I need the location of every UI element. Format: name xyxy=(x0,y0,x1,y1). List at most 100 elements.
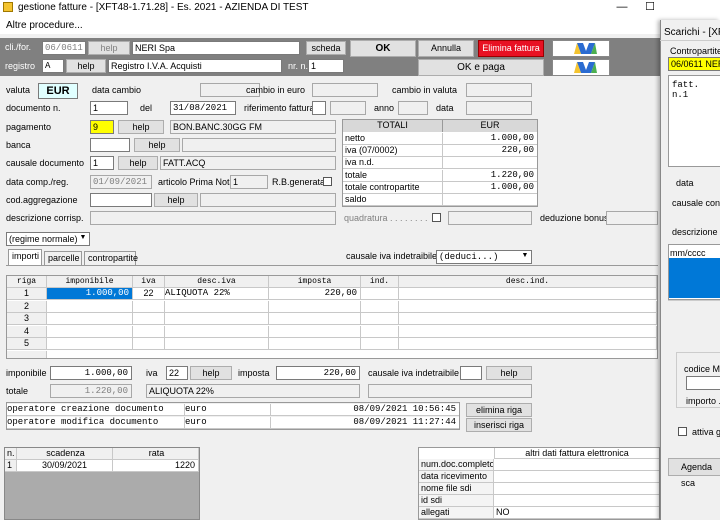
grid-cell-imposta[interactable] xyxy=(269,300,361,313)
fattura-el-value[interactable] xyxy=(494,483,659,495)
data-field[interactable] xyxy=(466,101,532,115)
grid-cell-ind[interactable] xyxy=(361,288,399,300)
elimina-riga-button[interactable]: elimina riga xyxy=(466,403,532,417)
causale-help-button[interactable]: help xyxy=(118,156,158,170)
grid-cell-imponibile[interactable] xyxy=(47,325,133,338)
causale-iva-select[interactable]: (deduci...) xyxy=(436,250,532,264)
grid-cell-imponibile[interactable] xyxy=(47,300,133,313)
grid-cell-iva[interactable] xyxy=(133,313,165,326)
causale-iva-dropdown-icon[interactable]: ▼ xyxy=(520,251,530,263)
scadenza-n[interactable]: 1 xyxy=(5,460,17,472)
anno-field[interactable] xyxy=(398,101,428,115)
grid-cell-iva[interactable] xyxy=(133,300,165,313)
causale-ind-field[interactable] xyxy=(460,366,482,380)
cli-name-field[interactable]: NERI Spa xyxy=(132,41,300,55)
grid-cell-ind[interactable] xyxy=(361,338,399,351)
annulla-button[interactable]: Annulla xyxy=(418,40,474,57)
grid-cell-imponibile[interactable] xyxy=(47,313,133,326)
grid-cell-imposta[interactable]: 220,00 xyxy=(269,288,361,300)
tab-importi[interactable]: importi xyxy=(8,249,42,265)
grid-cell-imposta[interactable] xyxy=(269,325,361,338)
registro-code-field[interactable]: A xyxy=(42,59,64,73)
grid-cell-riga[interactable]: 2 xyxy=(7,300,47,313)
grid-cell-imposta[interactable] xyxy=(269,313,361,326)
grid-cell-ind[interactable] xyxy=(361,325,399,338)
scadenza-rata[interactable]: 1220 xyxy=(113,460,199,472)
grid-cell-desc[interactable] xyxy=(165,300,269,313)
documento-field[interactable]: 1 xyxy=(90,101,128,115)
grid-cell-riga[interactable]: 3 xyxy=(7,313,47,326)
ok-button[interactable]: OK xyxy=(350,40,416,57)
fattura-el-value[interactable]: NO xyxy=(494,507,659,519)
maximize-button[interactable]: ☐ xyxy=(636,0,664,16)
side-list-selected[interactable] xyxy=(669,258,720,298)
valuta-field[interactable]: EUR xyxy=(38,83,78,99)
grid-cell-iva[interactable] xyxy=(133,325,165,338)
del-field[interactable]: 31/08/2021 xyxy=(170,101,236,115)
cod-agg-field[interactable] xyxy=(90,193,152,207)
grid-cell-iva[interactable] xyxy=(133,338,165,351)
cambio-euro-field[interactable] xyxy=(312,83,378,97)
menu-altre-procedure[interactable]: Altre procedure... xyxy=(6,20,83,31)
tab-contropartite[interactable]: contropartite xyxy=(84,251,138,265)
side-codice-field[interactable] xyxy=(686,376,720,390)
grid-cell-desc[interactable] xyxy=(165,313,269,326)
grid-cell-imposta[interactable] xyxy=(269,338,361,351)
data-comp-field[interactable]: 01/09/2021 xyxy=(90,175,152,189)
cli-code-field[interactable]: 06/0611 xyxy=(42,41,86,55)
banca-field[interactable] xyxy=(90,138,130,152)
pagamento-help-button[interactable]: help xyxy=(118,120,164,134)
rb-generata-checkbox[interactable] xyxy=(323,177,332,186)
tab-parcelle[interactable]: parcelle xyxy=(44,251,82,265)
fattura-el-value[interactable] xyxy=(494,495,659,507)
scadenza-date[interactable]: 30/09/2021 xyxy=(17,460,113,472)
registro-name-field[interactable]: Registro I.V.A. Acquisti xyxy=(108,59,282,73)
grid-cell-iva[interactable]: 22 xyxy=(133,288,165,300)
grid-cell-ind[interactable] xyxy=(361,300,399,313)
side-agenda-button[interactable]: Agenda sca xyxy=(668,458,720,488)
banca-help-button[interactable]: help xyxy=(134,138,180,152)
minimize-button[interactable]: — xyxy=(608,0,636,16)
grid-cell-desc[interactable] xyxy=(165,338,269,351)
grid-cell-riga[interactable]: 5 xyxy=(7,338,47,351)
grid-cell-descind[interactable] xyxy=(399,300,657,313)
art-pn-field[interactable]: 1 xyxy=(230,175,268,189)
quadratura-field[interactable] xyxy=(448,211,532,225)
side-attiva-checkbox[interactable] xyxy=(678,427,687,436)
iva-field[interactable]: 22 xyxy=(166,366,188,380)
inserisci-riga-button[interactable]: inserisci riga xyxy=(466,418,532,432)
iva-help-button[interactable]: help xyxy=(190,366,232,380)
cod-agg-help-button[interactable]: help xyxy=(154,193,198,207)
ok-paga-button[interactable]: OK e paga xyxy=(418,59,544,76)
grid-cell-descind[interactable] xyxy=(399,325,657,338)
registro-help-button[interactable]: help xyxy=(66,59,106,73)
grid-cell-descind[interactable] xyxy=(399,288,657,300)
rif-fattura-field[interactable] xyxy=(312,101,326,115)
grid-cell-descind[interactable] xyxy=(399,313,657,326)
nr-field[interactable]: 1 xyxy=(308,59,344,73)
grid-cell-imponibile[interactable]: 1.000,00 xyxy=(47,288,133,300)
pagamento-code-field[interactable]: 9 xyxy=(90,120,114,134)
grid-cell-imponibile[interactable] xyxy=(47,338,133,351)
scheda-button[interactable]: scheda xyxy=(306,41,346,55)
grid-cell-riga[interactable]: 1 xyxy=(7,288,47,300)
causale-code-field[interactable]: 1 xyxy=(90,156,114,170)
cambio-valuta-field[interactable] xyxy=(466,83,532,97)
regime-dropdown-icon[interactable]: ▼ xyxy=(78,233,88,245)
grid-cell-desc[interactable]: ALIQUOTA 22% xyxy=(165,288,269,300)
rif-fattura-field-2[interactable] xyxy=(330,101,366,115)
descr-corrisp-field[interactable] xyxy=(90,211,336,225)
deduzione-field[interactable] xyxy=(606,211,658,225)
quadratura-checkbox[interactable] xyxy=(432,213,441,222)
grid-cell-riga[interactable]: 4 xyxy=(7,325,47,338)
imponibile-field[interactable]: 1.000,00 xyxy=(50,366,132,380)
grid-cell-descind[interactable] xyxy=(399,338,657,351)
fattura-el-value[interactable] xyxy=(494,471,659,483)
cli-help-button[interactable]: help xyxy=(88,41,130,55)
imposta-field[interactable]: 220,00 xyxy=(276,366,360,380)
elimina-fattura-button[interactable]: Elimina fattura xyxy=(478,40,544,57)
grid-cell-ind[interactable] xyxy=(361,313,399,326)
side-code-field[interactable]: 06/0611 NER xyxy=(668,57,720,71)
grid-cell-desc[interactable] xyxy=(165,325,269,338)
fattura-el-value[interactable] xyxy=(494,459,659,471)
